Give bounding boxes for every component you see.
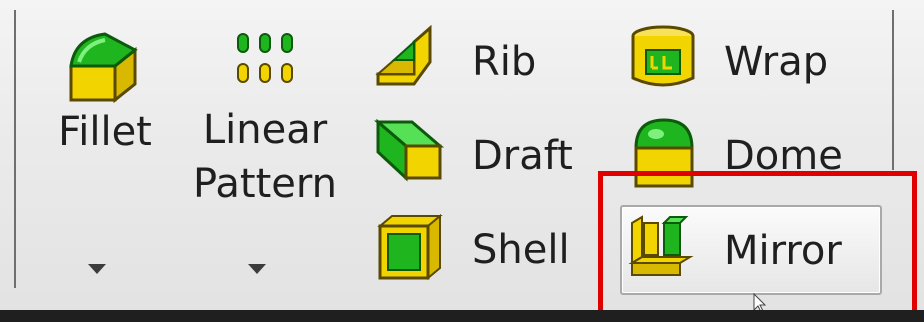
ribbon-separator-right bbox=[892, 10, 894, 170]
dome-label: Dome bbox=[724, 133, 843, 179]
wrap-label: Wrap bbox=[724, 39, 829, 85]
shell-icon bbox=[377, 213, 443, 281]
linear-pattern-label-line2: Pattern bbox=[193, 161, 337, 207]
wrap-button[interactable]: Wrap bbox=[626, 22, 866, 102]
features-ribbon: Fillet Linear Pattern Rib Draft Shell Wr… bbox=[0, 0, 924, 322]
fillet-button[interactable]: Fillet bbox=[40, 20, 170, 290]
linear-pattern-dropdown-arrow[interactable] bbox=[248, 264, 266, 274]
shell-label: Shell bbox=[472, 227, 570, 273]
fillet-label: Fillet bbox=[58, 109, 152, 155]
rib-label: Rib bbox=[472, 39, 537, 85]
linear-pattern-icon bbox=[237, 33, 293, 83]
fillet-icon bbox=[69, 32, 138, 104]
draft-icon bbox=[373, 118, 445, 182]
draft-label: Draft bbox=[472, 133, 573, 179]
linear-pattern-label-line1: Linear bbox=[202, 107, 328, 153]
draft-button[interactable]: Draft bbox=[372, 112, 592, 192]
ribbon-bottom-border bbox=[0, 310, 924, 322]
shell-button[interactable]: Shell bbox=[372, 208, 592, 288]
fillet-dropdown-arrow[interactable] bbox=[88, 264, 106, 274]
ribbon-separator-left bbox=[14, 10, 16, 288]
wrap-icon bbox=[631, 25, 695, 87]
rib-button[interactable]: Rib bbox=[372, 22, 572, 98]
rib-icon bbox=[375, 24, 432, 86]
linear-pattern-button[interactable]: Linear Pattern bbox=[190, 20, 340, 290]
